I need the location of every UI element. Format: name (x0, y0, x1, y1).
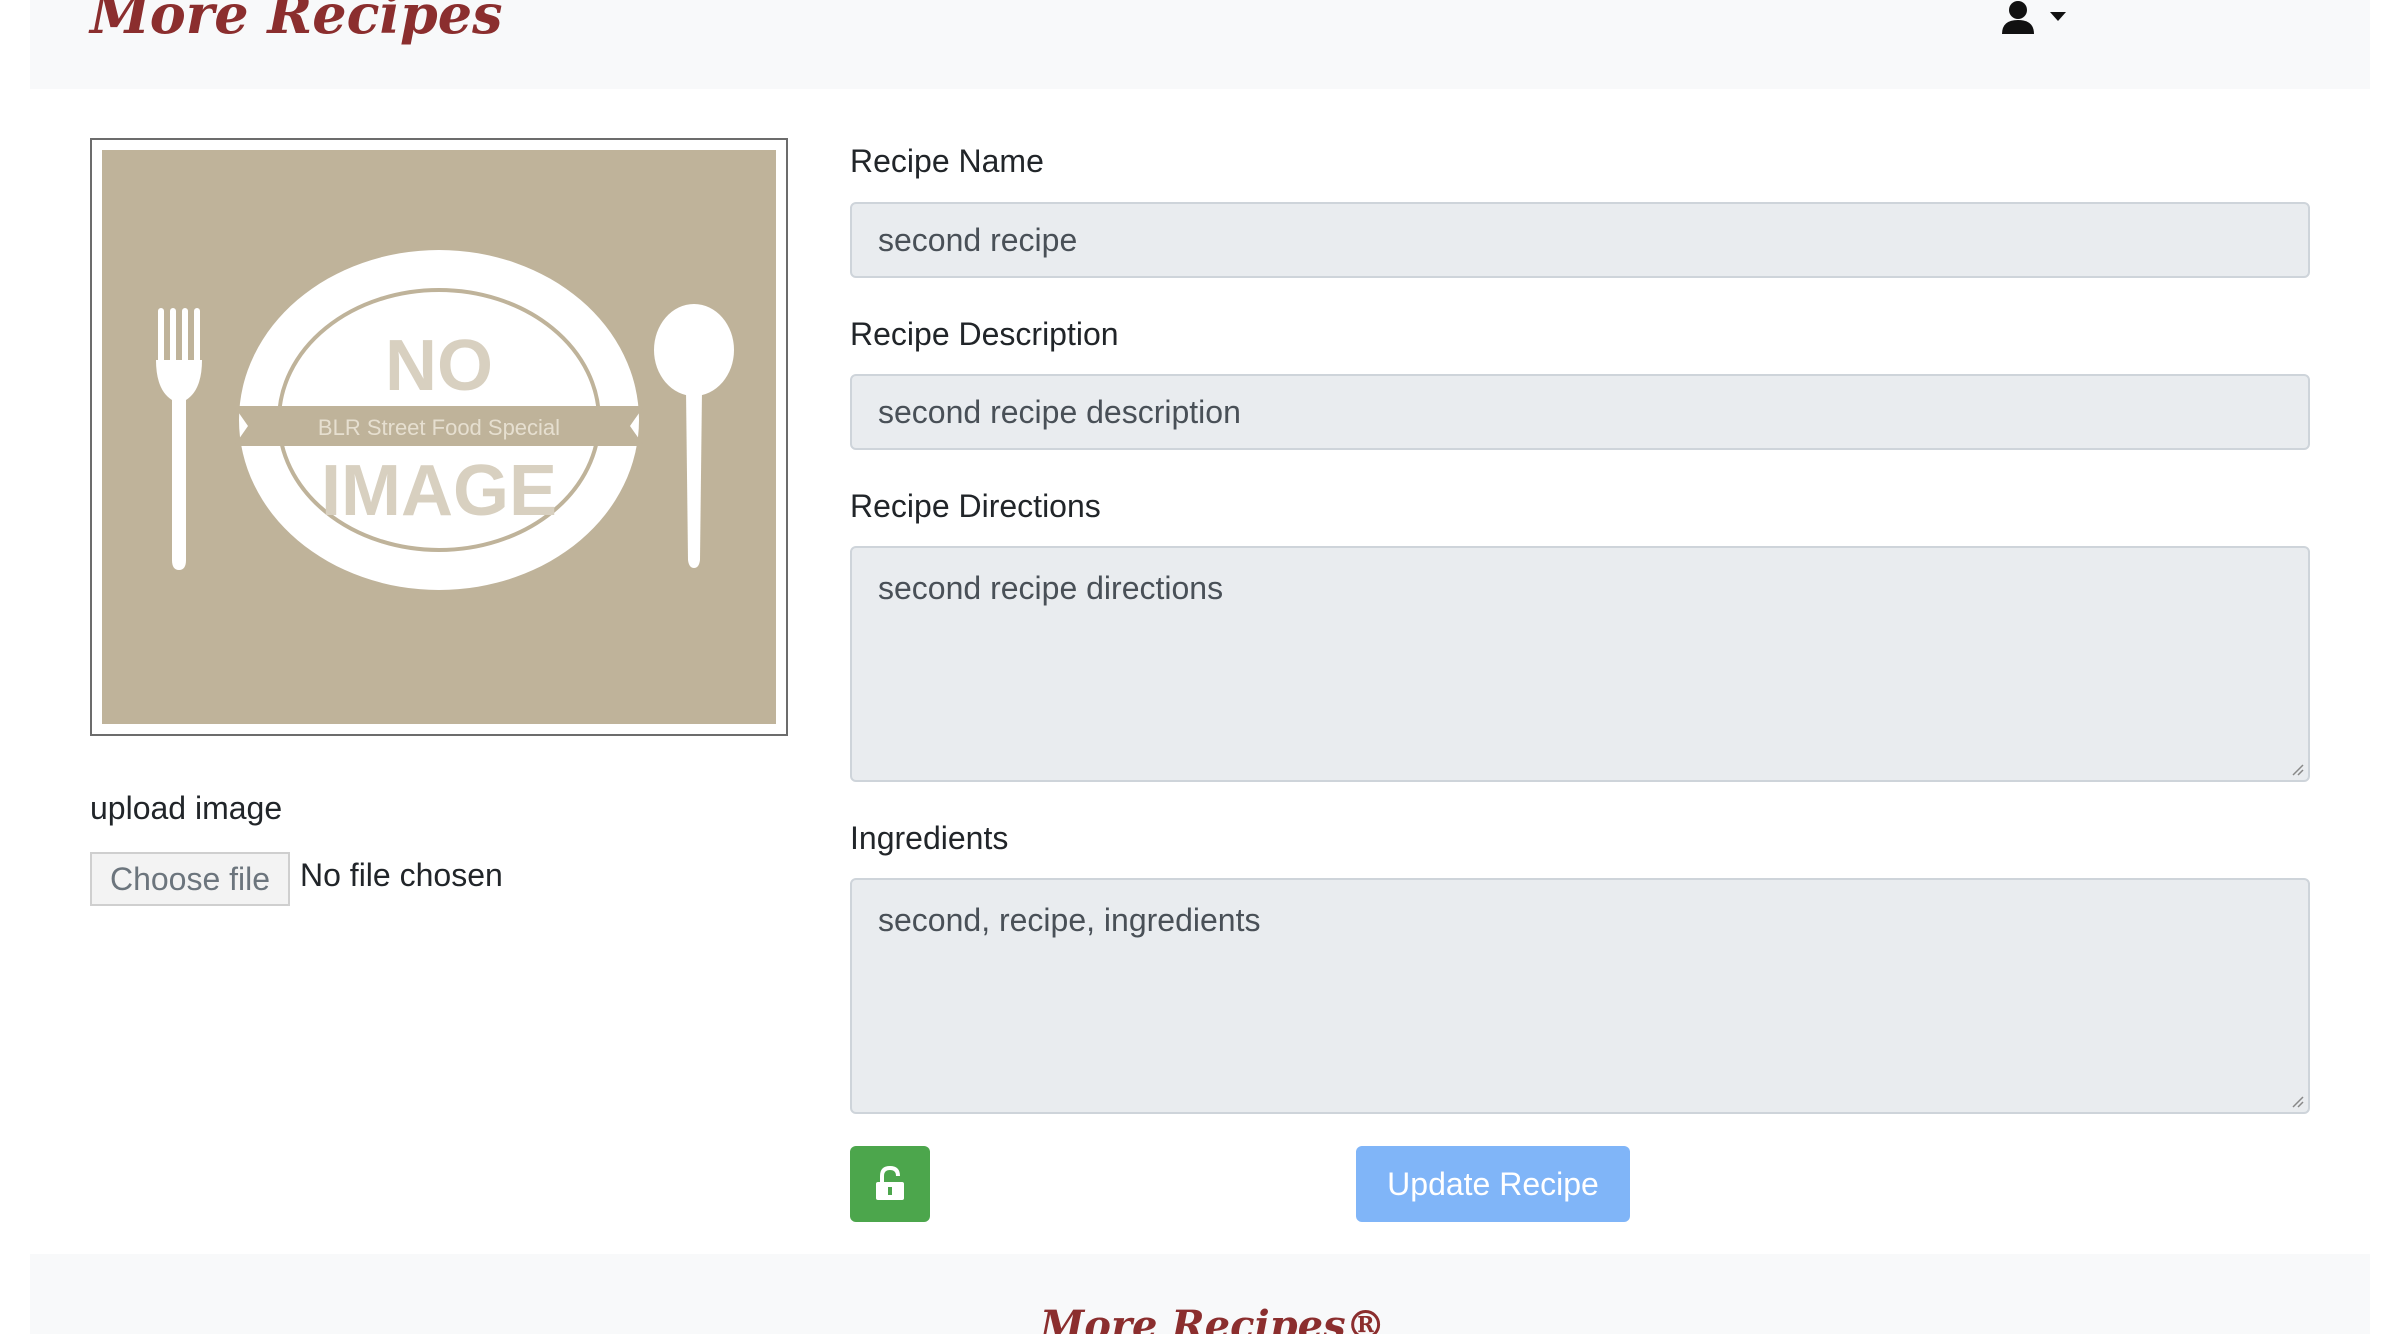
no-image-placeholder: NO BLR Street Food Special IMAGE (102, 150, 776, 724)
recipe-name-input[interactable]: second recipe (850, 202, 2310, 278)
placeholder-text-bottom: IMAGE (321, 451, 557, 531)
recipe-directions-value: second recipe directions (878, 570, 1224, 606)
recipe-description-label: Recipe Description (850, 316, 1119, 352)
ingredients-textarea[interactable]: second, recipe, ingredients (850, 878, 2310, 1114)
unlock-icon (876, 1166, 904, 1200)
user-menu-toggle[interactable] (2000, 0, 2080, 40)
plate-icon: NO BLR Street Food Special IMAGE (234, 250, 644, 590)
resize-grip-icon[interactable] (2290, 762, 2304, 776)
spoon-icon (654, 304, 734, 568)
resize-grip-icon[interactable] (2290, 1094, 2304, 1108)
placeholder-text-top: NO (385, 326, 493, 406)
placeholder-banner-text: BLR Street Food Special (318, 415, 560, 440)
top-navbar: More Recipes (30, 0, 2370, 89)
footer: More Recipes® (30, 1254, 2370, 1334)
recipe-image-frame: NO BLR Street Food Special IMAGE (90, 138, 788, 736)
lock-toggle-button[interactable] (850, 1146, 930, 1222)
upload-image-label: upload image (90, 790, 283, 826)
brand-logo[interactable]: More Recipes (90, 0, 503, 46)
caret-down-icon (2050, 12, 2066, 21)
update-recipe-button[interactable]: Update Recipe (1356, 1146, 1630, 1222)
recipe-directions-textarea[interactable]: second recipe directions (850, 546, 2310, 782)
ingredients-label: Ingredients (850, 820, 1009, 856)
fork-icon (156, 308, 202, 570)
file-status-text: No file chosen (300, 857, 503, 893)
user-icon (2002, 1, 2034, 34)
recipe-description-input[interactable]: second recipe description (850, 374, 2310, 450)
footer-brand: More Recipes® (1040, 1302, 1386, 1334)
recipe-directions-label: Recipe Directions (850, 488, 1101, 524)
choose-file-button[interactable]: Choose file (90, 852, 290, 906)
recipe-name-label: Recipe Name (850, 143, 1044, 179)
ingredients-value: second, recipe, ingredients (878, 902, 1261, 938)
